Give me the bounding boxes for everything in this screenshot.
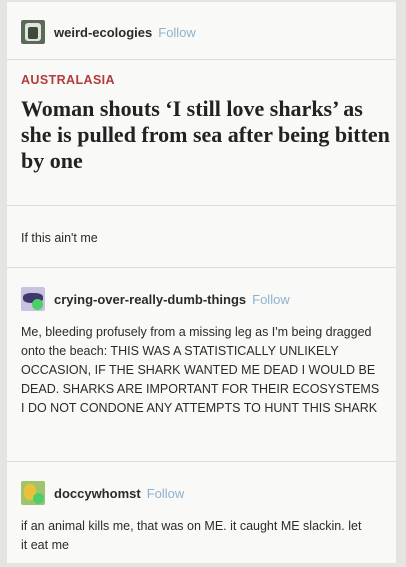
reblog-text: Me, bleeding profusely from a missing le… [21,325,380,415]
divider [7,205,396,206]
follow-button[interactable]: Follow [252,292,290,307]
follow-button[interactable]: Follow [158,25,196,40]
avatar[interactable] [21,481,45,505]
article-headline[interactable]: Woman shouts ‘I still love sharks’ as sh… [21,96,391,174]
reblog-header: crying-over-really-dumb-things Follow [21,287,290,311]
tumblr-post: weird-ecologies Follow AUSTRALASIA Woman… [7,2,396,563]
post-caption: If this ain't me [21,231,98,245]
divider [7,267,396,268]
divider [7,59,396,60]
username[interactable]: doccywhomst [54,486,141,501]
article-section-label: AUSTRALASIA [21,73,115,87]
post-header: weird-ecologies Follow [21,20,196,44]
follow-button[interactable]: Follow [147,486,185,501]
avatar[interactable] [21,20,45,44]
username[interactable]: crying-over-really-dumb-things [54,292,246,307]
avatar[interactable] [21,287,45,311]
divider [7,461,396,462]
reblog-text: if an animal kills me, that was on ME. i… [21,519,362,552]
reblog-header: doccywhomst Follow [21,481,184,505]
username[interactable]: weird-ecologies [54,25,152,40]
